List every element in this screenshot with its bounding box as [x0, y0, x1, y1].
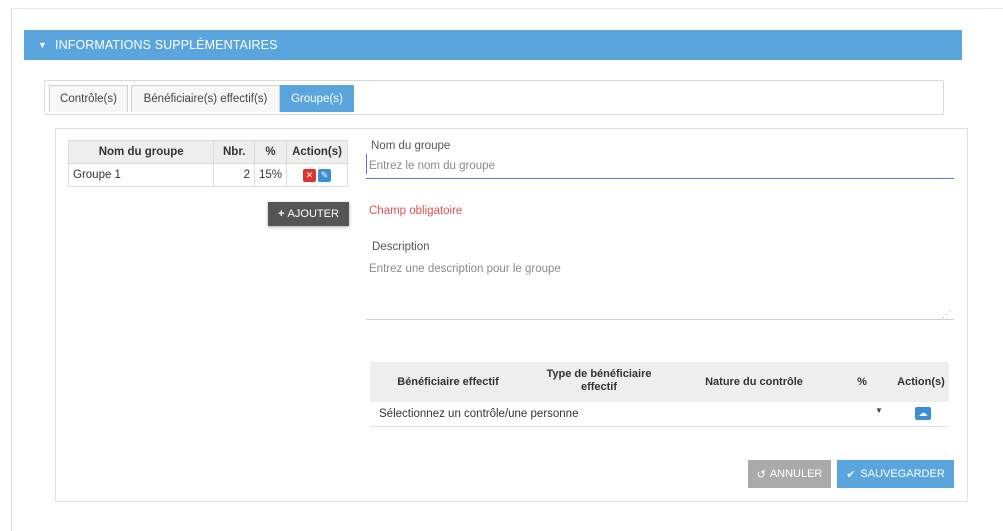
- group-name-underline: [366, 178, 954, 179]
- text-cursor: [366, 154, 367, 174]
- plus-icon: +: [278, 208, 285, 220]
- tab-beneficiaires[interactable]: Bénéficiaire(s) effectif(s): [131, 85, 280, 112]
- col-header-actions: Action(s): [286, 140, 348, 164]
- tab-groupes[interactable]: Groupe(s): [280, 85, 354, 112]
- cancel-label: ANNULER: [769, 468, 823, 480]
- group-actions-cell: ✕ ✎: [286, 163, 348, 187]
- section-header[interactable]: ▼ INFORMATIONS SUPPLÉMENTAIRES: [24, 30, 962, 60]
- tab-label: Bénéficiaire(s) effectif(s): [143, 93, 268, 105]
- col-header-percent: %: [857, 376, 867, 388]
- add-group-button[interactable]: + AJOUTER: [268, 202, 349, 226]
- description-textarea[interactable]: Entrez une description pour le groupe: [369, 263, 561, 275]
- table-row: Groupe 1 2 15% ✕ ✎: [67, 163, 348, 187]
- group-percent-cell: 15%: [254, 163, 288, 187]
- col-header-actions: Action(s): [897, 376, 945, 388]
- col-header-count: Nbr.: [213, 140, 256, 164]
- required-message: Champ obligatoire: [369, 205, 463, 217]
- beneficiary-select-row: Sélectionnez un contrôle/une personne ▼ …: [370, 402, 949, 427]
- tab-label: Groupe(s): [291, 93, 343, 105]
- col-header-type: Type de bénéficiaire effectif: [546, 368, 652, 393]
- add-beneficiary-icon[interactable]: ☁: [915, 407, 931, 420]
- section-title: INFORMATIONS SUPPLÉMENTAIRES: [55, 38, 278, 52]
- add-button-label: AJOUTER: [287, 208, 339, 220]
- col-header-nature: Nature du contrôle: [705, 376, 803, 388]
- group-count-cell: 2: [213, 163, 256, 187]
- tab-label: Contrôle(s): [60, 93, 117, 105]
- group-name-cell: Groupe 1: [67, 163, 215, 187]
- col-header-percent: %: [254, 140, 288, 164]
- save-label: SAUVEGARDER: [860, 468, 945, 480]
- description-underline: [366, 319, 954, 320]
- beneficiaries-table-header: Bénéficiaire effectif Type de bénéficiai…: [370, 362, 949, 402]
- tabs-bar: Contrôle(s) Bénéficiaire(s) effectif(s) …: [44, 80, 944, 115]
- undo-icon: ↺: [756, 468, 766, 481]
- cancel-button[interactable]: ↺ ANNULER: [748, 460, 831, 488]
- chevron-down-icon[interactable]: ▼: [875, 406, 883, 415]
- description-label: Description: [372, 241, 430, 253]
- save-button[interactable]: ✔ SAUVEGARDER: [837, 460, 954, 488]
- group-name-label: Nom du groupe: [371, 140, 451, 152]
- delete-icon[interactable]: ✕: [303, 168, 317, 182]
- col-header-beneficiary: Bénéficiaire effectif: [397, 376, 499, 388]
- groups-table: Nom du groupe Nbr. % Action(s) Groupe 1 …: [67, 140, 348, 187]
- check-icon: ✔: [846, 468, 856, 481]
- edit-icon[interactable]: ✎: [318, 168, 332, 182]
- caret-down-icon: ▼: [38, 40, 48, 50]
- group-name-input[interactable]: Entrez le nom du groupe: [369, 160, 495, 172]
- tab-controles[interactable]: Contrôle(s): [49, 85, 128, 112]
- col-header-name: Nom du groupe: [67, 140, 215, 164]
- beneficiary-select[interactable]: Sélectionnez un contrôle/une personne: [379, 408, 578, 420]
